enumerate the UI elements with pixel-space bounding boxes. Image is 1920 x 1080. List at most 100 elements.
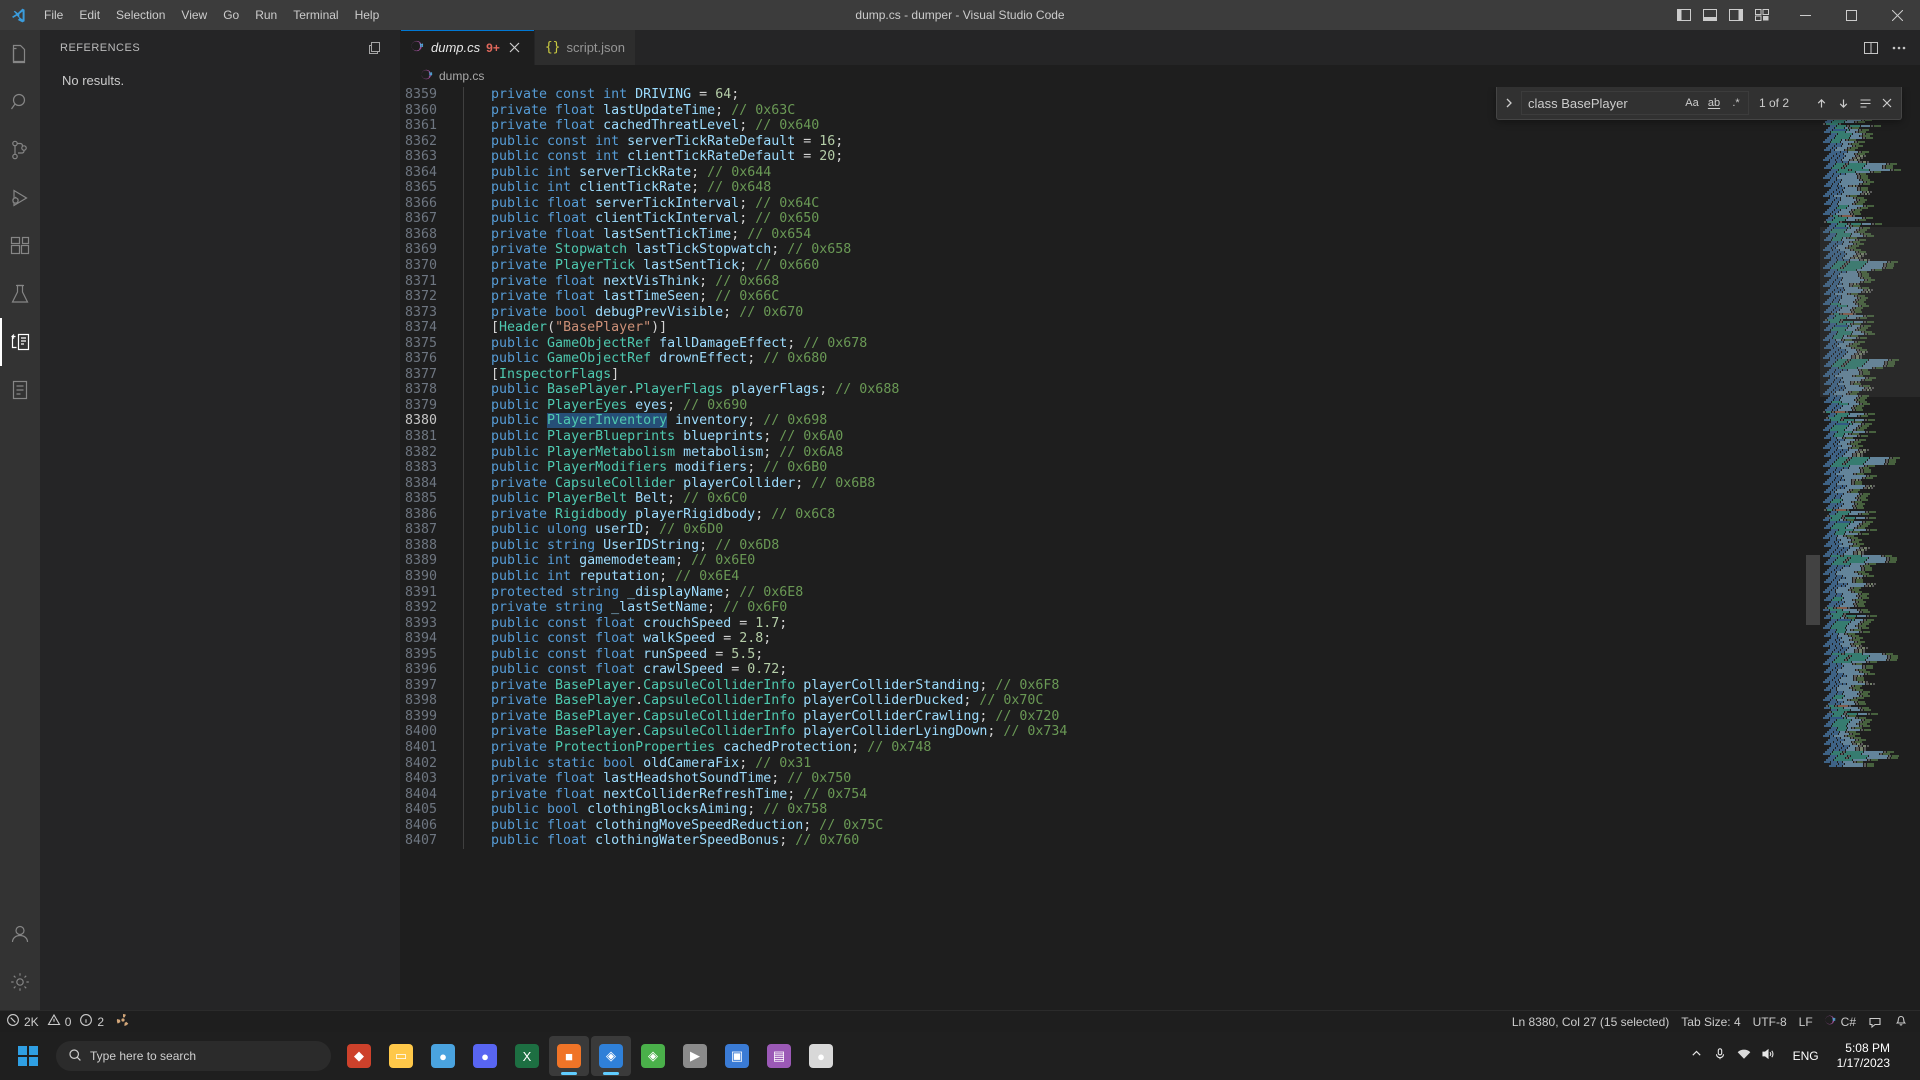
code-text[interactable]: public float clothingMoveSpeedReduction;… (464, 818, 883, 834)
regex-toggle[interactable]: .* (1726, 93, 1746, 113)
code-text[interactable]: public int gamemodeteam; // 0x6E0 (464, 553, 755, 569)
match-case-toggle[interactable]: Aa (1682, 93, 1702, 113)
code-text[interactable]: public bool clothingBlocksAiming; // 0x7… (464, 802, 827, 818)
find-widget[interactable]: Aa ab .* 1 of 2 (1496, 87, 1902, 120)
code-text[interactable]: public const int clientTickRateDefault =… (464, 149, 843, 165)
activitybar-item-extensions[interactable] (0, 222, 40, 270)
code-text[interactable]: public GameObjectRef drownEffect; // 0x6… (464, 351, 827, 367)
code-text[interactable]: public int serverTickRate; // 0x644 (464, 165, 771, 181)
code-line[interactable]: 8376 public GameObjectRef drownEffect; //… (401, 351, 1820, 367)
code-line[interactable]: 8386 private Rigidbody playerRigidbody; /… (401, 506, 1820, 523)
code-line[interactable]: 8370 private PlayerTick lastSentTick; // … (401, 258, 1820, 274)
editor-vertical-scrollbar[interactable] (1806, 87, 1820, 1010)
code-text[interactable]: protected string _displayName; // 0x6E8 (464, 585, 803, 601)
status-editor-position[interactable]: Ln 8380, Col 27 (15 selected) (1506, 1011, 1675, 1033)
breadcrumb-file[interactable]: dump.cs (439, 69, 484, 83)
toggle-panel-icon[interactable] (1698, 3, 1722, 27)
code-line[interactable]: 8406 public float clothingMoveSpeedReduct… (401, 817, 1820, 834)
status-eol[interactable]: LF (1793, 1011, 1819, 1033)
code-text[interactable]: public float clothingWaterSpeedBonus; //… (464, 833, 859, 849)
activitybar-item-testing[interactable] (0, 270, 40, 318)
code-line[interactable]: 8378 public BasePlayer.PlayerFlags player… (401, 382, 1820, 398)
customize-layout-icon[interactable] (1750, 3, 1774, 27)
code-line[interactable]: 8367 public float clientTickInterval; // … (401, 211, 1820, 227)
code-text[interactable]: public BasePlayer.PlayerFlags playerFlag… (464, 382, 899, 398)
menu-file[interactable]: File (36, 0, 71, 30)
taskbar-app-file-explorer[interactable]: ▭ (381, 1036, 421, 1076)
code-text[interactable]: private PlayerTick lastSentTick; // 0x66… (464, 258, 819, 274)
status-notifications[interactable] (1888, 1011, 1914, 1033)
find-in-selection-button[interactable] (1855, 93, 1875, 113)
code-text[interactable]: [InspectorFlags] (464, 367, 619, 383)
minimap-slider[interactable] (1820, 227, 1920, 397)
code-text[interactable]: private float lastHeadshotSoundTime; // … (464, 771, 851, 787)
code-text[interactable]: public int reputation; // 0x6E4 (464, 569, 739, 585)
taskbar-app-notes-app[interactable]: ▤ (759, 1036, 799, 1076)
find-input[interactable] (1528, 92, 1680, 114)
code-text[interactable]: private BasePlayer.CapsuleColliderInfo p… (464, 693, 1043, 709)
close-find-button[interactable] (1877, 93, 1897, 113)
code-line[interactable]: 8390 public int reputation; // 0x6E4 (401, 568, 1820, 585)
toggle-secondary-sidebar-icon[interactable] (1724, 3, 1748, 27)
more-actions-icon[interactable] (1886, 30, 1912, 65)
window-close-button[interactable] (1874, 0, 1920, 30)
code-line[interactable]: 8404 private float nextColliderRefreshTim… (401, 786, 1820, 803)
tab-script-json[interactable]: {} script.json (534, 30, 637, 65)
code-line[interactable]: 8407 public float clothingWaterSpeedBonus… (401, 833, 1820, 849)
code-text[interactable]: public const float crouchSpeed = 1.7; (464, 616, 787, 632)
taskbar-clock[interactable]: 5:08 PM 1/17/2023 (1829, 1041, 1898, 1071)
code-text[interactable]: private const int DRIVING = 64; (464, 87, 739, 103)
next-match-button[interactable] (1833, 93, 1853, 113)
code-text[interactable]: private Stopwatch lastTickStopwatch; // … (464, 242, 851, 258)
toggle-primary-sidebar-icon[interactable] (1672, 3, 1696, 27)
code-line[interactable]: 8392 private string _lastSetName; // 0x6F… (401, 600, 1820, 616)
code-text[interactable]: public static bool oldCameraFix; // 0x31 (464, 756, 811, 772)
code-line[interactable]: 8393 public const float crouchSpeed = 1.7… (401, 615, 1820, 632)
menu-terminal[interactable]: Terminal (285, 0, 346, 30)
tab-dump-cs[interactable]: dump.cs 9+ (401, 30, 535, 65)
breadcrumb[interactable]: dump.cs (401, 65, 1920, 87)
taskbar-app-excel[interactable]: X (507, 1036, 547, 1076)
code-text[interactable]: public PlayerBlueprints blueprints; // 0… (464, 429, 843, 445)
code-line[interactable]: 8402 public static bool oldCameraFix; // … (401, 755, 1820, 772)
code-text[interactable]: private Rigidbody playerRigidbody; // 0x… (464, 507, 835, 523)
status-feedback[interactable] (1862, 1011, 1888, 1033)
code-text[interactable]: public const float crawlSpeed = 0.72; (464, 662, 787, 678)
code-text[interactable]: private ProtectionProperties cachedProte… (464, 740, 931, 756)
code-text[interactable]: private float nextColliderRefreshTime; /… (464, 787, 867, 803)
code-line[interactable]: 8375 public GameObjectRef fallDamageEffec… (401, 335, 1820, 352)
close-icon[interactable] (506, 39, 524, 57)
previous-match-button[interactable] (1811, 93, 1831, 113)
code-line[interactable]: 8379 public PlayerEyes eyes; // 0x690 (401, 397, 1820, 414)
code-text[interactable]: public PlayerInventory inventory; // 0x6… (464, 413, 827, 429)
menu-go[interactable]: Go (215, 0, 247, 30)
code-viewport[interactable]: 8359 private const int DRIVING = 64; 8360 p… (401, 87, 1820, 1010)
settings-gear-icon[interactable] (0, 958, 40, 1006)
code-text[interactable]: public float clientTickInterval; // 0x65… (464, 211, 819, 227)
code-line[interactable]: 8401 private ProtectionProperties cachedP… (401, 739, 1820, 756)
code-text[interactable]: private BasePlayer.CapsuleColliderInfo p… (464, 724, 1067, 740)
code-text[interactable]: private float cachedThreatLevel; // 0x64… (464, 118, 819, 134)
code-lines[interactable]: 8359 private const int DRIVING = 64; 8360 p… (401, 87, 1820, 849)
status-encoding[interactable]: UTF-8 (1747, 1011, 1793, 1033)
toggle-replace-icon[interactable] (1499, 91, 1519, 115)
minimap[interactable] (1820, 87, 1920, 1010)
find-input-container[interactable]: Aa ab .* (1521, 91, 1749, 115)
volume-icon[interactable] (1761, 1047, 1775, 1066)
taskbar-app-rust-game[interactable]: ◆ (339, 1036, 379, 1076)
code-line[interactable]: 8405 public bool clothingBlocksAiming; //… (401, 802, 1820, 818)
code-line[interactable]: 8403 private float lastHeadshotSoundTime;… (401, 771, 1820, 787)
code-line[interactable]: 8368 private float lastSentTickTime; // 0… (401, 226, 1820, 243)
show-desktop-button[interactable] (1902, 1038, 1908, 1074)
taskbar-app-discord[interactable]: ● (465, 1036, 505, 1076)
code-text[interactable]: [Header("BasePlayer")] (464, 320, 667, 336)
code-line[interactable]: 8362 public const int serverTickRateDefau… (401, 133, 1820, 150)
code-text[interactable]: private CapsuleCollider playerCollider; … (464, 476, 875, 492)
code-line[interactable]: 8385 public PlayerBelt Belt; // 0x6C0 (401, 491, 1820, 507)
code-line[interactable]: 8397 private BasePlayer.CapsuleColliderIn… (401, 677, 1820, 694)
status-indentation[interactable]: Tab Size: 4 (1675, 1011, 1746, 1033)
code-line[interactable]: 8373 private bool debugPrevVisible; // 0x… (401, 304, 1820, 321)
code-text[interactable]: public int clientTickRate; // 0x648 (464, 180, 771, 196)
menu-run[interactable]: Run (247, 0, 285, 30)
code-line[interactable]: 8387 public ulong userID; // 0x6D0 (401, 522, 1820, 538)
